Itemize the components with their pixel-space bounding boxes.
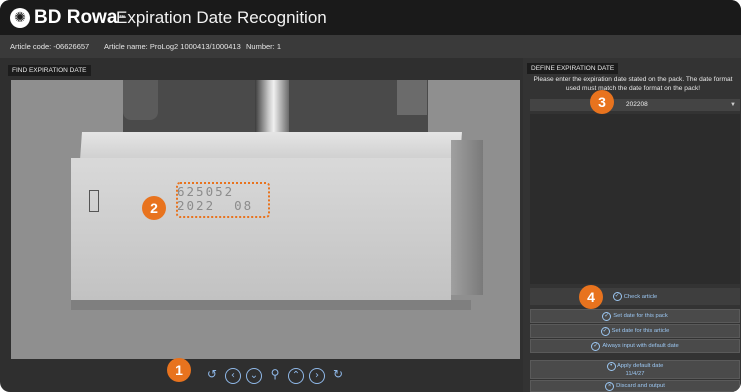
app-title: Expiration Date Recognition [116,8,327,27]
previous-icon[interactable]: ‹ [225,368,241,384]
camera-image[interactable]: 625052 2022 08 [11,80,520,359]
up-icon[interactable]: ⌃ [288,368,304,384]
step-badge-1: 1 [167,358,191,382]
article-name: Article name: ProLog2 1000413/1000413 [104,42,241,51]
pack-face [71,158,451,300]
gripper-left [123,80,158,120]
expiration-date-select[interactable]: 202208 ▼ [530,99,740,111]
title-bar: BD Rowa™ Expiration Date Recognition [0,0,741,36]
check-icon: ✓ [600,326,610,336]
bd-logo-icon [10,8,30,28]
find-date-panel: FIND EXPIRATION DATE 625052 2022 08 ↺ ‹ … [8,65,520,392]
selected-date: 202208 [626,101,648,108]
date-highlight-box [176,182,270,218]
pack-side [451,140,483,295]
step-badge-2: 2 [142,196,166,220]
radio-icon: • [606,361,616,371]
app-window: BD Rowa™ Expiration Date Recognition Art… [0,0,741,392]
check-icon: ✓ [591,341,601,351]
step-badge-3: 3 [590,90,614,114]
brand-name: BD Rowa [34,7,118,28]
tab-find-expiration-date[interactable]: FIND EXPIRATION DATE [8,65,91,76]
discard-label: Discard and output [616,383,665,389]
always-default-label: Always input with default date [602,343,679,349]
check-article-label: Check article [623,293,658,300]
step-badge-4: 4 [579,285,603,309]
instruction-text: Please enter the expiration date stated … [533,76,733,92]
next-icon[interactable]: › [309,368,325,384]
set-date-article-button[interactable]: ✓ Set date for this article [530,324,740,338]
image-toolbar: ↺ ‹ ⌄ ⚲ ⌃ › ↻ [204,368,346,384]
apply-default-date-button[interactable]: • Apply default date 11/4/27 [530,360,740,379]
define-date-panel: DEFINE EXPIRATION DATE Please enter the … [523,58,741,392]
apply-default-label: • Apply default date [606,361,664,371]
default-date-value: 11/4/27 [625,370,645,377]
redo-icon[interactable]: ↻ [330,368,346,384]
discard-output-button[interactable]: × Discard and output [530,380,740,392]
gripper-right [397,80,427,115]
down-icon[interactable]: ⌄ [246,368,262,384]
tab-define-expiration-date[interactable]: DEFINE EXPIRATION DATE [527,63,619,74]
pack-top [80,132,462,160]
article-number: Number: 1 [246,42,282,51]
pack-shadow [71,300,471,310]
check-icon: ✓ [612,292,622,301]
rotate-icon[interactable]: ↺ [204,368,220,384]
pack-symbol [89,190,99,212]
check-article-button[interactable]: ✓ Check article [530,288,740,305]
set-date-pack-button[interactable]: ✓ Set date for this pack [530,309,740,323]
zoom-icon[interactable]: ⚲ [267,368,283,384]
always-default-date-button[interactable]: ✓ Always input with default date [530,339,740,353]
article-code: Article code: -06626657 [10,42,90,51]
brand-logo: BD Rowa™ [10,7,126,29]
check-icon: ✓ [602,311,612,321]
set-date-article-label: Set date for this article [611,328,670,334]
apply-default-text: Apply default date [616,362,664,369]
discard-icon: × [605,381,615,391]
chevron-down-icon: ▼ [730,102,736,108]
set-date-pack-label: Set date for this pack [613,313,668,319]
date-options-area [530,114,740,284]
article-info-bar: Article code: -06626657 Article name: Pr… [0,36,741,58]
